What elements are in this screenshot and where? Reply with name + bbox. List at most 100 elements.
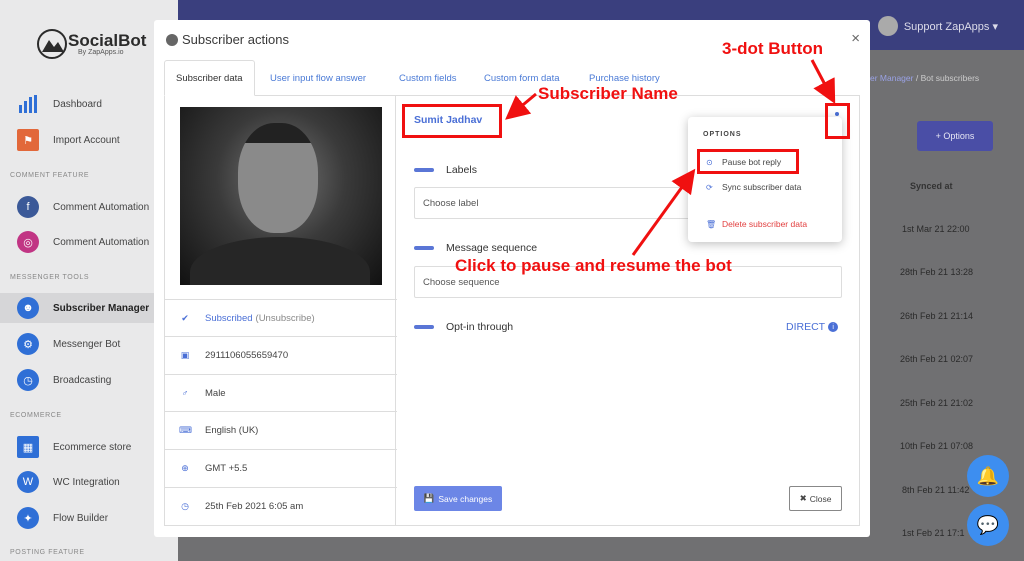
table-cell: 26th Feb 21 02:07 (900, 354, 974, 364)
sidebar-item-wc-integration[interactable]: W WC Integration (0, 467, 178, 497)
dropdown-header: OPTIONS (703, 131, 742, 138)
subscriber-id: 2911106055659470 (205, 349, 289, 361)
tab-custom-fields[interactable]: Custom fields (388, 60, 468, 96)
dropdown-item-label: Delete subscriber data (722, 219, 808, 229)
subscribed-status: Subscribed (205, 312, 253, 324)
breadcrumb-separator: / (915, 73, 919, 83)
optin-value: DIRECT i (786, 321, 839, 333)
labels-title: Labels (446, 164, 477, 176)
sidebar-item-label: Dashboard (53, 98, 102, 110)
section-label: ECOMMERCE (10, 412, 62, 419)
language-row: ⌨ English (UK) (165, 411, 397, 448)
gear-icon: ⚙ (17, 333, 39, 355)
optin-heading: Opt-in through (414, 321, 513, 333)
table-cell: 1st Feb 21 17:1 (902, 528, 965, 538)
info-icon[interactable]: i (828, 322, 839, 332)
table-cell: 26th Feb 21 21:14 (900, 311, 974, 321)
delete-subscriber-data-item[interactable]: 🗑 Delete subscriber data (706, 219, 807, 229)
sidebar-item-label: Comment Automation (53, 201, 150, 213)
sidebar-item-broadcasting[interactable]: ◷ Broadcasting (0, 365, 178, 395)
wordpress-icon: W (17, 471, 39, 493)
heading-accent (414, 168, 434, 172)
sidebar-item-import-account[interactable]: ⚑ Import Account (0, 125, 178, 155)
synced-at-header[interactable]: Synced at (910, 181, 953, 191)
sidebar-item-label: Comment Automation (53, 236, 150, 248)
facebook-icon: f (17, 196, 39, 218)
chat-button[interactable]: 💬 (967, 504, 1009, 546)
sidebar-item-flow-builder[interactable]: ✦ Flow Builder (0, 503, 178, 533)
annotation-three-dot-label: 3-dot Button (722, 39, 824, 58)
check-circle-icon: ✔ (181, 312, 189, 323)
flow-icon: ✦ (17, 507, 39, 529)
table-cell: 28th Feb 21 13:28 (900, 267, 974, 277)
options-button[interactable]: + Options (917, 121, 993, 151)
table-cell: 25th Feb 21 21:02 (900, 398, 974, 408)
user-menu[interactable]: Support ZapApps ▾ (877, 16, 998, 36)
notification-bell-button[interactable]: 🔔 (967, 455, 1009, 497)
sidebar-item-comment-automation-ig[interactable]: ◎ Comment Automation (0, 227, 178, 257)
tab-user-input-flow-answer[interactable]: User input flow answer (259, 60, 377, 96)
gender-value: Male (205, 387, 226, 399)
language-value: English (UK) (205, 424, 259, 436)
id-card-icon: ▣ (180, 349, 190, 360)
logo-subtitle: By ZapApps.io (78, 49, 124, 56)
sidebar-item-label: Flow Builder (53, 512, 109, 524)
modal-title-text: Subscriber actions (182, 32, 289, 47)
language-icon: ⌨ (179, 424, 192, 435)
save-icon: 💾 (423, 493, 435, 503)
labels-heading: Labels (414, 164, 477, 176)
sidebar-item-label: Messenger Bot (53, 338, 121, 350)
breadcrumb: er Manager / Bot subscribers (870, 73, 979, 83)
optin-value-text: DIRECT (786, 321, 826, 333)
flag-icon: ⚑ (17, 129, 39, 151)
bar-chart-icon (17, 93, 39, 115)
heading-accent (414, 246, 434, 250)
users-icon: ☻ (17, 297, 39, 319)
subscribed-at-row: ◷ 25th Feb 2021 6:05 am (165, 487, 397, 524)
section-label: COMMENT FEATURE (10, 172, 90, 179)
close-icon[interactable]: × (851, 30, 860, 47)
subscriber-actions-modal: Subscriber actions × Subscriber data Use… (154, 20, 870, 537)
timezone-row: ⊕ GMT +5.5 (165, 449, 397, 486)
sequence-heading: Message sequence (414, 242, 537, 254)
sync-icon: ⟳ (706, 182, 713, 192)
heading-accent (414, 325, 434, 329)
sequence-title: Message sequence (446, 242, 538, 254)
breadcrumb-parent[interactable]: er Manager (870, 73, 913, 83)
save-changes-button[interactable]: 💾 Save changes (414, 486, 502, 511)
sidebar-item-label: Import Account (53, 134, 120, 146)
sidebar-item-comment-automation-fb[interactable]: f Comment Automation (0, 192, 178, 222)
tab-subscriber-data[interactable]: Subscriber data (164, 60, 255, 96)
globe-icon: ⊕ (181, 462, 189, 473)
unsubscribe-link[interactable]: (Unsubscribe) (256, 313, 315, 324)
annotation-subscriber-name-label: Subscriber Name (538, 84, 678, 103)
dropdown-item-label: Sync subscriber data (722, 182, 802, 192)
logo-text: SocialBot (68, 31, 147, 50)
sidebar-item-messenger-bot[interactable]: ⚙ Messenger Bot (0, 329, 178, 359)
sidebar-item-label: Subscriber Manager (53, 302, 150, 314)
user-circle-icon (166, 33, 178, 46)
clock-icon: ◷ (17, 369, 39, 391)
breadcrumb-current: Bot subscribers (920, 73, 980, 83)
bell-icon: 🔔 (976, 465, 1000, 486)
sidebar-item-dashboard[interactable]: Dashboard (0, 89, 178, 119)
subscription-status-row: ✔ Subscribed (Unsubscribe) (165, 299, 397, 336)
modal-title: Subscriber actions (166, 32, 289, 47)
sync-subscriber-data-item[interactable]: ⟳ Sync subscriber data (706, 182, 801, 192)
avatar (877, 16, 898, 36)
annotation-pause-label: Click to pause and resume the bot (455, 256, 732, 275)
options-dropdown: OPTIONS ⊙ Pause bot reply ⟳ Sync subscri… (688, 117, 842, 242)
optin-title: Opt-in through (446, 321, 514, 333)
annotation-box-subscriber-name (402, 104, 502, 138)
sidebar-item-subscriber-manager[interactable]: ☻ Subscriber Manager (0, 293, 178, 323)
annotation-box-three-dot (825, 103, 850, 139)
sidebar: SocialBot By ZapApps.io Dashboard ⚑ Impo… (0, 0, 178, 561)
subscriber-table-backdrop: Synced at 1st Mar 21 22:00 28th Feb 21 1… (870, 165, 1000, 561)
annotation-box-pause-bot (697, 149, 799, 174)
modal-tabs: Subscriber data User input flow answer C… (164, 60, 860, 96)
sidebar-item-ecommerce-store[interactable]: ▦ Ecommerce store (0, 432, 178, 462)
subscriber-id-row: ▣ 2911106055659470 (165, 336, 397, 373)
sidebar-item-label: WC Integration (53, 476, 120, 488)
table-cell: 10th Feb 21 07:08 (900, 441, 974, 451)
close-button[interactable]: ✖ Close (789, 486, 842, 511)
